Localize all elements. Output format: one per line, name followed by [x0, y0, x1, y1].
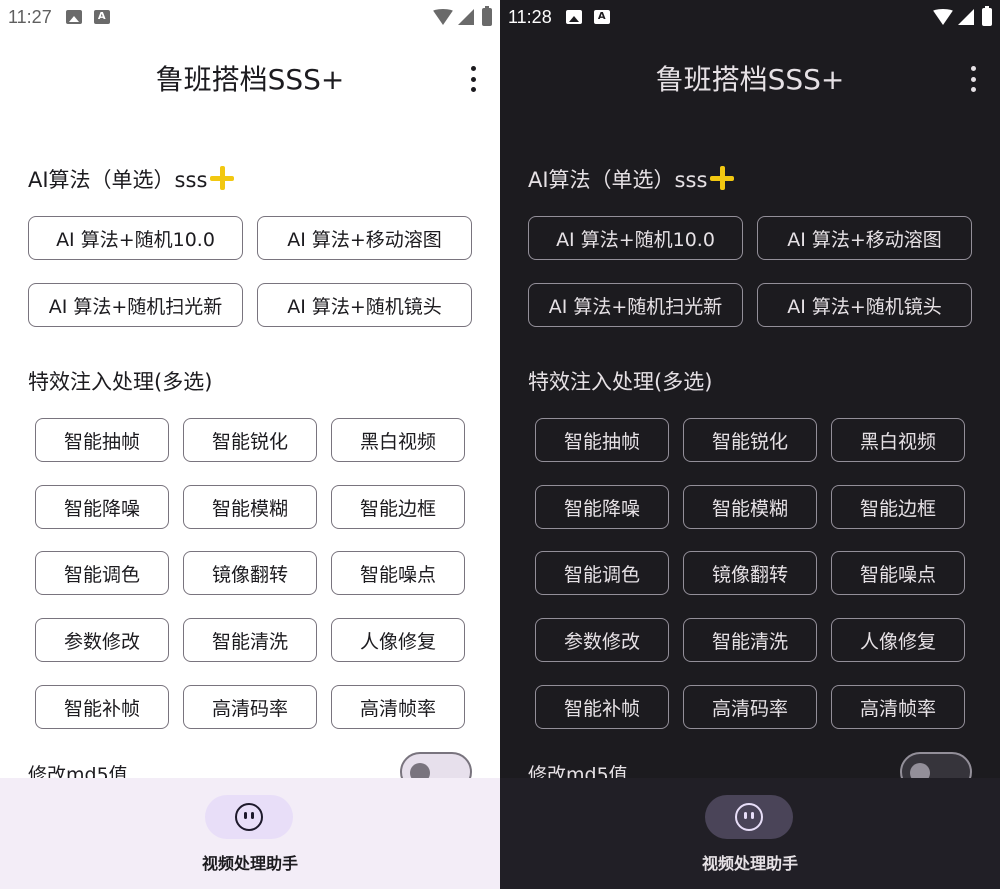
- app-title: 鲁班搭档SSS+: [155, 63, 345, 96]
- effect-chip[interactable]: 智能降噪: [35, 485, 169, 529]
- screen-dark: 11:28 A 鲁班搭档SSS+ AI算法（单选）sss AI 算法+随机10.…: [500, 0, 1000, 889]
- effect-chip[interactable]: 智能锐化: [683, 418, 817, 462]
- status-bar: 11:28 A: [500, 0, 1000, 34]
- effect-chip[interactable]: 智能锐化: [183, 418, 317, 462]
- wifi-icon: [432, 9, 454, 25]
- effect-chip[interactable]: 智能边框: [831, 485, 965, 529]
- battery-icon: [982, 6, 992, 26]
- more-options-icon[interactable]: [470, 66, 476, 92]
- ai-algorithm-section-title: AI算法（单选）sss: [528, 164, 735, 194]
- ai-algorithm-section-title: AI算法（单选）sss: [28, 164, 235, 194]
- effect-chip[interactable]: 智能补帧: [535, 685, 669, 729]
- plus-icon: [709, 165, 735, 191]
- effect-chip[interactable]: 智能抽帧: [35, 418, 169, 462]
- ai-option-random-scan[interactable]: AI 算法+随机扫光新: [28, 283, 243, 327]
- nav-item-video-helper[interactable]: [205, 795, 293, 839]
- effect-chip[interactable]: 镜像翻转: [683, 551, 817, 595]
- status-time: 11:28: [508, 6, 552, 27]
- ai-option-random-10[interactable]: AI 算法+随机10.0: [528, 216, 743, 260]
- gallery-notification-icon: [565, 10, 582, 24]
- wifi-icon: [932, 9, 954, 25]
- a-notification-icon: A: [93, 10, 110, 24]
- ai-option-random-lens[interactable]: AI 算法+随机镜头: [757, 283, 972, 327]
- effect-chip[interactable]: 智能模糊: [183, 485, 317, 529]
- effects-section-title: 特效注入处理(多选): [528, 370, 713, 394]
- status-bar: 11:27 A: [0, 0, 500, 34]
- ai-option-move-blend[interactable]: AI 算法+移动溶图: [257, 216, 472, 260]
- face-icon: [735, 803, 763, 831]
- effect-chip[interactable]: 智能降噪: [535, 485, 669, 529]
- effect-chip[interactable]: 人像修复: [331, 618, 465, 662]
- status-right-icons: [932, 6, 992, 26]
- effect-chip[interactable]: 智能调色: [35, 551, 169, 595]
- ai-option-random-10[interactable]: AI 算法+随机10.0: [28, 216, 243, 260]
- more-options-icon[interactable]: [970, 66, 976, 92]
- battery-icon: [482, 6, 492, 26]
- a-notification-icon: A: [593, 10, 610, 24]
- effect-chip[interactable]: 镜像翻转: [183, 551, 317, 595]
- effect-chip[interactable]: 高清码率: [683, 685, 817, 729]
- effect-chip[interactable]: 高清码率: [183, 685, 317, 729]
- status-time: 11:27: [8, 6, 52, 27]
- effect-chip[interactable]: 高清帧率: [331, 685, 465, 729]
- effect-chip[interactable]: 黑白视频: [831, 418, 965, 462]
- ai-option-move-blend[interactable]: AI 算法+移动溶图: [757, 216, 972, 260]
- app-title: 鲁班搭档SSS+: [655, 63, 845, 96]
- screen-light: 11:27 A 鲁班搭档SSS+ AI算法（单选）sss AI 算法+随机10.…: [0, 0, 500, 889]
- face-icon: [235, 803, 263, 831]
- effect-chip[interactable]: 智能清洗: [183, 618, 317, 662]
- ai-algorithm-title-text: AI算法（单选）sss: [528, 168, 708, 192]
- effect-chip[interactable]: 智能补帧: [35, 685, 169, 729]
- gallery-notification-icon: [65, 10, 82, 24]
- plus-icon: [209, 165, 235, 191]
- status-right-icons: [432, 6, 492, 26]
- bottom-nav: 视频处理助手: [0, 778, 500, 889]
- ai-algorithm-title-text: AI算法（单选）sss: [28, 168, 208, 192]
- effect-chip[interactable]: 参数修改: [535, 618, 669, 662]
- effect-chip[interactable]: 智能调色: [535, 551, 669, 595]
- effect-chip[interactable]: 智能抽帧: [535, 418, 669, 462]
- bottom-nav: 视频处理助手: [500, 778, 1000, 889]
- app-bar: 鲁班搭档SSS+: [0, 48, 500, 108]
- signal-icon: [458, 9, 474, 25]
- ai-option-random-lens[interactable]: AI 算法+随机镜头: [257, 283, 472, 327]
- effect-chip[interactable]: 智能边框: [331, 485, 465, 529]
- effect-chip[interactable]: 参数修改: [35, 618, 169, 662]
- effect-chip[interactable]: 人像修复: [831, 618, 965, 662]
- effect-chip[interactable]: 智能噪点: [331, 551, 465, 595]
- effect-chip[interactable]: 智能清洗: [683, 618, 817, 662]
- app-bar: 鲁班搭档SSS+: [500, 48, 1000, 108]
- effect-chip[interactable]: 智能模糊: [683, 485, 817, 529]
- nav-label[interactable]: 视频处理助手: [0, 850, 500, 874]
- ai-option-random-scan[interactable]: AI 算法+随机扫光新: [528, 283, 743, 327]
- nav-label[interactable]: 视频处理助手: [500, 850, 1000, 874]
- effect-chip[interactable]: 高清帧率: [831, 685, 965, 729]
- effect-chip[interactable]: 黑白视频: [331, 418, 465, 462]
- effects-section-title: 特效注入处理(多选): [28, 370, 213, 394]
- effect-chip[interactable]: 智能噪点: [831, 551, 965, 595]
- nav-item-video-helper[interactable]: [705, 795, 793, 839]
- signal-icon: [958, 9, 974, 25]
